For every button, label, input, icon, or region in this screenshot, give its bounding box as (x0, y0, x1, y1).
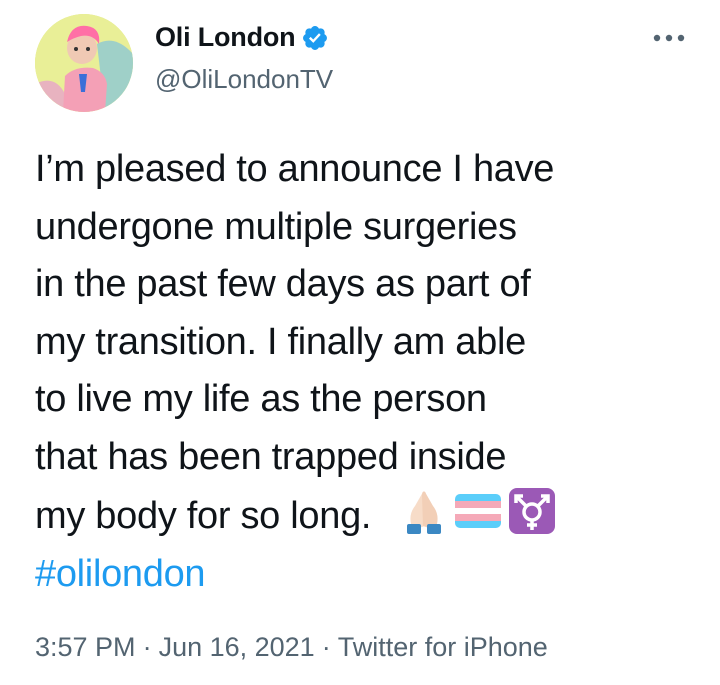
hashtag-link[interactable]: #olilondon (35, 546, 695, 604)
avatar[interactable] (35, 14, 133, 112)
tweet-time[interactable]: 3:57 PM (35, 632, 136, 662)
tweet-date[interactable]: Jun 16, 2021 (159, 632, 315, 662)
tweet-source[interactable]: Twitter for iPhone (338, 632, 548, 662)
folded-hands-emoji-icon (399, 486, 449, 536)
separator-dot: · (142, 632, 152, 662)
tweet-line: that has been trapped inside (35, 435, 507, 478)
profile-photo-icon (35, 14, 133, 112)
tweet-text: I’m pleased to announce I have undergone… (35, 141, 695, 603)
tweet-line: in the past few days as part of (35, 263, 531, 305)
tweet-line: undergone multiple surgeries (35, 205, 517, 248)
author-handle[interactable]: @OliLondonTV (155, 64, 333, 95)
author-name-row[interactable]: Oli London (155, 22, 329, 53)
tweet-line: I’m pleased to announce I have (35, 148, 555, 190)
separator-dot: · (321, 632, 331, 662)
tweet-last-line: my body for so long. (35, 486, 695, 546)
author-display-name[interactable]: Oli London (155, 22, 296, 53)
tweet-line: my transition. I finally am able (35, 320, 526, 363)
transgender-flag-emoji-icon (453, 486, 503, 536)
transgender-symbol-emoji-icon (507, 486, 557, 536)
verified-badge-icon (301, 24, 329, 52)
tweet-line: my body for so long. (35, 495, 372, 537)
more-options-icon[interactable] (652, 30, 686, 46)
tweet-card: Oli London @OliLondonTV I’m pleased to a… (0, 0, 720, 685)
tweet-metadata: 3:57 PM · Jun 16, 2021 · Twitter for iPhone (35, 632, 548, 663)
tweet-line: to live my life as the person (35, 378, 487, 420)
